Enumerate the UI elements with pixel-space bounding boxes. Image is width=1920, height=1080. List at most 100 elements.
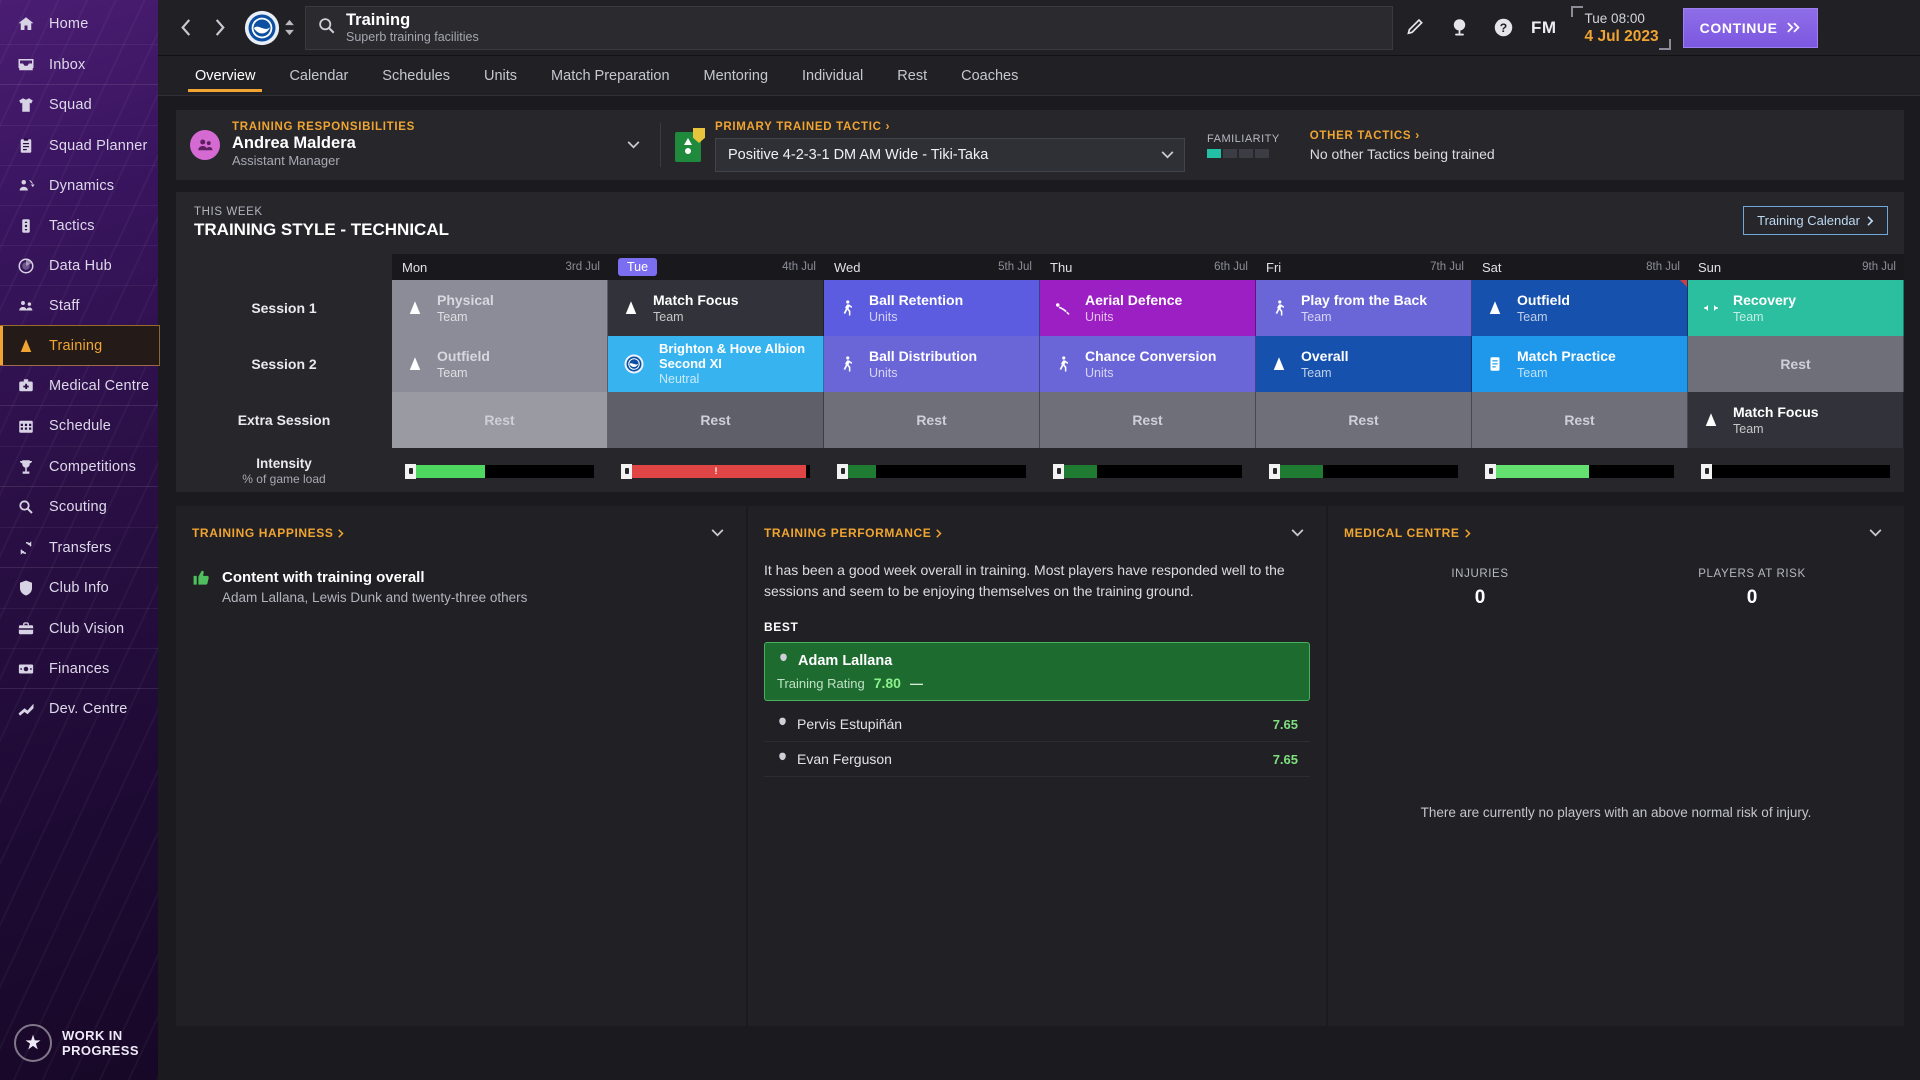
training-session-cell[interactable]: Match Focus Team [608, 280, 824, 336]
sidebar-item-finances[interactable]: Finances [0, 648, 158, 688]
continue-button[interactable]: CONTINUE [1682, 7, 1818, 48]
globe-icon[interactable] [1437, 6, 1481, 50]
training-session-cell[interactable]: Overall Team [1256, 336, 1472, 392]
intensity-bar[interactable] [1269, 463, 1458, 479]
training-session-cell[interactable]: Match Focus Team [1688, 392, 1904, 448]
training-session-cell[interactable]: Rest [608, 392, 824, 448]
collapse-medical-icon[interactable] [1862, 520, 1888, 546]
tab-mentoring[interactable]: Mentoring [687, 56, 785, 95]
search-bar[interactable]: Training Superb training facilities [305, 5, 1393, 50]
fm-logo[interactable]: FM [1531, 18, 1557, 38]
sidebar-item-transfers[interactable]: Transfers [0, 527, 158, 567]
day-name: Wed [834, 259, 861, 275]
sidebar-item-data-hub[interactable]: Data Hub [0, 245, 158, 285]
sidebar-item-dynamics[interactable]: Dynamics [0, 165, 158, 205]
medical-centre-title[interactable]: MEDICAL CENTRE [1344, 526, 1471, 540]
training-session-cell[interactable]: Recovery Team [1688, 280, 1904, 336]
training-icon [16, 336, 36, 356]
day-name: Sat [1482, 259, 1502, 275]
tab-match-preparation[interactable]: Match Preparation [534, 56, 686, 95]
intensity-handle[interactable] [1701, 463, 1712, 479]
collapse-happiness-icon[interactable] [704, 520, 730, 546]
sidebar-item-training[interactable]: Training [0, 325, 160, 366]
intensity-row: Intensity% of game load! [176, 450, 1904, 492]
back-button[interactable] [168, 11, 202, 45]
collapse-performance-icon[interactable] [1284, 520, 1310, 546]
tab-rest[interactable]: Rest [880, 56, 944, 95]
divider [660, 123, 661, 167]
training-session-cell[interactable]: Ball Retention Units [824, 280, 1040, 336]
sidebar: Home Inbox Squad Squad Planner Dynamics Tacti… [0, 0, 160, 1080]
intensity-bar[interactable]: ! [621, 463, 810, 479]
training-session-cell[interactable]: Rest [392, 392, 608, 448]
primary-tactic-caption[interactable]: PRIMARY TRAINED TACTIC › [715, 119, 1185, 133]
training-session-cell[interactable]: Chance Conversion Units [1040, 336, 1256, 392]
sidebar-item-home[interactable]: Home [0, 4, 158, 44]
other-tactics-caption[interactable]: OTHER TACTICS › [1310, 128, 1495, 142]
continue-label: CONTINUE [1699, 19, 1778, 36]
training-session-cell[interactable]: Play from the Back Team [1256, 280, 1472, 336]
sidebar-item-club-info[interactable]: Club Info [0, 568, 158, 608]
training-session-cell[interactable]: Match Practice Team [1472, 336, 1688, 392]
sidebar-item-squad-planner[interactable]: Squad Planner [0, 125, 158, 165]
best-player-card[interactable]: Adam Lallana Training Rating 7.80 — [764, 642, 1310, 701]
intensity-bar[interactable] [405, 463, 594, 479]
chevron-down-icon[interactable] [620, 132, 646, 158]
performance-row[interactable]: Evan Ferguson 7.65 [764, 742, 1310, 777]
best-rating-trend: — [909, 675, 923, 691]
sidebar-group: Dev. Centre [0, 688, 158, 729]
sidebar-item-club-vision[interactable]: Club Vision [0, 608, 158, 648]
day-name: Fri [1266, 259, 1282, 275]
session-subtitle: Units [869, 309, 898, 324]
training-happiness-title[interactable]: TRAINING HAPPINESS [192, 526, 345, 540]
intensity-bar[interactable] [1053, 463, 1242, 479]
sidebar-item-competitions[interactable]: Competitions [0, 446, 158, 486]
sidebar-item-inbox[interactable]: Inbox [0, 44, 158, 84]
training-session-cell[interactable]: Brighton & Hove Albion Second XI Neutral [608, 336, 824, 392]
performance-row[interactable]: Pervis Estupiñán 7.65 [764, 707, 1310, 742]
sidebar-item-schedule[interactable]: Schedule [0, 406, 158, 446]
intensity-handle[interactable] [621, 463, 632, 479]
training-session-cell[interactable]: Physical Team [392, 280, 608, 336]
sidebar-item-tactics[interactable]: Tactics [0, 205, 158, 245]
intensity-handle[interactable] [837, 463, 848, 479]
training-session-cell[interactable]: Rest [1040, 392, 1256, 448]
brighton-crest-icon[interactable] [244, 10, 280, 46]
training-session-cell[interactable]: Rest [1256, 392, 1472, 448]
sidebar-item-scouting[interactable]: Scouting [0, 487, 158, 527]
tab-schedules[interactable]: Schedules [365, 56, 467, 95]
training-performance-title[interactable]: TRAINING PERFORMANCE [764, 526, 942, 540]
primary-tactic-select[interactable]: Positive 4-2-3-1 DM AM Wide - Tiki-Taka [715, 137, 1185, 172]
training-session-cell[interactable]: Rest [1688, 336, 1904, 392]
intensity-handle[interactable] [1485, 463, 1496, 479]
tab-overview[interactable]: Overview [178, 56, 272, 95]
sidebar-item-medical-centre[interactable]: Medical Centre [0, 365, 158, 405]
session-row-label: Session 1 [176, 280, 392, 336]
game-date: Tue 08:00 4 Jul 2023 [1570, 5, 1671, 50]
sidebar-item-squad[interactable]: Squad [0, 85, 158, 125]
forward-button[interactable] [202, 11, 236, 45]
intensity-handle[interactable] [1053, 463, 1064, 479]
training-calendar-button[interactable]: Training Calendar [1743, 206, 1888, 235]
tab-calendar[interactable]: Calendar [272, 56, 365, 95]
sidebar-item-dev-centre[interactable]: Dev. Centre [0, 689, 158, 729]
pencil-icon[interactable] [1393, 6, 1437, 50]
training-session-cell[interactable]: Ball Distribution Units [824, 336, 1040, 392]
help-icon[interactable]: ? [1481, 6, 1525, 50]
training-session-cell[interactable]: Outfield Team [392, 336, 608, 392]
training-session-cell[interactable]: Outfield Team [1472, 280, 1688, 336]
intensity-bar[interactable] [1485, 463, 1674, 479]
intensity-handle[interactable] [1269, 463, 1280, 479]
training-session-cell[interactable]: Rest [1472, 392, 1688, 448]
intensity-bar[interactable] [1701, 463, 1890, 479]
tab-units[interactable]: Units [467, 56, 534, 95]
training-session-cell[interactable]: Rest [824, 392, 1040, 448]
intensity-handle[interactable] [405, 463, 416, 479]
sidebar-item-staff[interactable]: Staff [0, 285, 158, 325]
tab-coaches[interactable]: Coaches [944, 56, 1035, 95]
club-switcher[interactable] [284, 19, 295, 36]
tab-individual[interactable]: Individual [785, 56, 880, 95]
training-session-cell[interactable]: Aerial Defence Units [1040, 280, 1256, 336]
intensity-bar[interactable] [837, 463, 1026, 479]
training-responsibilities[interactable]: TRAINING RESPONSIBILITIES Andrea Maldera… [176, 121, 646, 169]
